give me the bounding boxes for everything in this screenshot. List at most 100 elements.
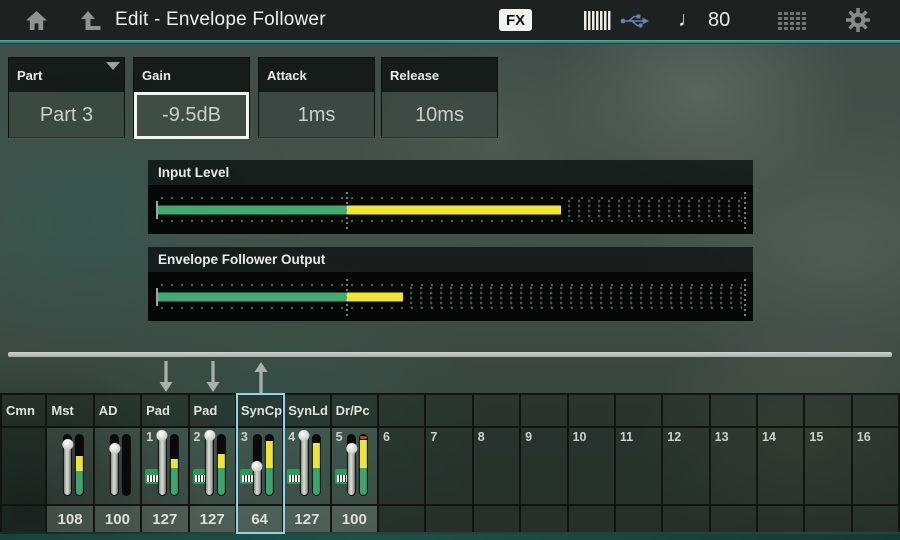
mixer-column-part15[interactable]: 15 [805,358,852,534]
channel-fader-cell[interactable]: 14 [758,428,805,506]
mixer-column-part12[interactable]: 12 [663,358,710,534]
channel-fader-cell[interactable]: 1 [142,428,189,506]
mixer-column-cmn[interactable]: Cmn [0,358,47,534]
channel-name-cell[interactable]: Mst [47,393,94,428]
fader-knob[interactable] [346,443,357,454]
channel-name-cell[interactable] [711,393,758,428]
fader-knob[interactable] [62,439,73,450]
mixer-column-synld[interactable]: SynLd4127 [284,358,331,534]
mixer-column-part16[interactable]: 16 [853,358,900,534]
channel-name-cell[interactable]: SynLd [284,393,331,428]
channel-value-cell[interactable] [426,506,473,532]
channel-fader-cell[interactable]: 11 [616,428,663,506]
mixer-column-part9[interactable]: 9 [521,358,568,534]
channel-name-cell[interactable] [521,393,568,428]
channel-name-cell[interactable] [569,393,616,428]
channel-fader-cell[interactable]: 5 [332,428,379,506]
volume-fader[interactable] [110,434,119,496]
param-part[interactable]: Part Part 3 [8,57,125,138]
mixer-column-pad[interactable]: Pad1127 [142,358,189,534]
channel-fader-cell[interactable]: 8 [474,428,521,506]
param-release[interactable]: Release 10ms [381,57,498,138]
volume-fader[interactable] [158,434,167,496]
mixer-column-part7[interactable]: 7 [426,358,473,534]
volume-fader[interactable] [252,434,261,496]
channel-name-cell[interactable] [853,393,900,428]
mixer-column-part14[interactable]: 14 [758,358,805,534]
channel-fader-cell[interactable]: 13 [711,428,758,506]
gear-icon[interactable] [846,0,870,40]
mixer-column-part6[interactable]: 6 [379,358,426,534]
channel-value-cell[interactable] [474,506,521,532]
channel-name-cell[interactable] [474,393,521,428]
mixer-column-drpc[interactable]: Dr/Pc5100 [332,358,379,534]
channel-value-cell[interactable]: 127 [284,506,331,532]
channel-name-cell[interactable] [663,393,710,428]
channel-name-cell[interactable]: Pad [142,393,189,428]
channel-value-cell[interactable]: 127 [190,506,237,532]
mixer-column-part11[interactable]: 11 [616,358,663,534]
param-gain-value[interactable]: -9.5dB [134,92,249,139]
channel-fader-cell[interactable]: 6 [379,428,426,506]
mixer-column-syncp[interactable]: SynCp364 [237,358,284,534]
fader-knob[interactable] [157,430,168,441]
volume-fader[interactable] [347,434,356,496]
channel-fader-cell[interactable]: 16 [853,428,900,506]
channel-fader-cell[interactable]: 9 [521,428,568,506]
mixer-column-part8[interactable]: 8 [474,358,521,534]
channel-name-cell[interactable] [805,393,852,428]
return-arrow-icon[interactable] [80,0,102,40]
channel-value-cell[interactable] [379,506,426,532]
volume-fader[interactable] [63,434,72,496]
channel-name-cell[interactable]: Pad [190,393,237,428]
channel-name-cell[interactable]: AD [95,393,142,428]
fader-knob[interactable] [109,443,120,454]
param-attack-value[interactable]: 1ms [259,92,374,139]
channel-fader-cell[interactable]: 4 [284,428,331,506]
channel-fader-cell[interactable]: 7 [426,428,473,506]
fader-knob[interactable] [299,430,310,441]
channel-value-cell[interactable]: 100 [332,506,379,532]
keyboard-icon[interactable] [584,11,611,30]
mixer-column-part10[interactable]: 10 [569,358,616,534]
channel-value-cell[interactable] [805,506,852,532]
channel-value-cell[interactable]: 127 [142,506,189,532]
param-gain[interactable]: Gain -9.5dB [133,57,250,138]
volume-fader[interactable] [300,434,309,496]
channel-fader-cell[interactable]: 15 [805,428,852,506]
channel-value-cell[interactable]: 100 [95,506,142,532]
mixer-column-part13[interactable]: 13 [711,358,758,534]
channel-fader-cell[interactable]: 10 [569,428,616,506]
channel-fader-cell[interactable] [47,428,94,506]
channel-fader-cell[interactable]: 12 [663,428,710,506]
channel-value-cell[interactable] [853,506,900,532]
channel-value-cell[interactable] [663,506,710,532]
channel-name-cell[interactable] [426,393,473,428]
param-part-value[interactable]: Part 3 [9,92,124,139]
param-release-value[interactable]: 10ms [382,92,497,139]
fx-badge[interactable]: FX [499,9,532,31]
channel-value-cell[interactable]: 64 [237,506,284,532]
tempo-indicator[interactable]: ♩ 80 [678,0,730,40]
channel-value-cell[interactable] [711,506,758,532]
channel-value-cell[interactable] [521,506,568,532]
mixer-column-ad[interactable]: AD 100 [95,358,142,534]
channel-value-cell[interactable] [616,506,663,532]
channel-fader-cell[interactable]: 3 [237,428,284,506]
channel-name-cell[interactable]: SynCp [237,393,284,428]
fader-knob[interactable] [204,430,215,441]
channel-value-cell[interactable] [0,506,47,532]
channel-name-cell[interactable] [616,393,663,428]
channel-value-cell[interactable]: 108 [47,506,94,532]
channel-fader-cell[interactable]: 2 [190,428,237,506]
channel-fader-cell[interactable] [95,428,142,506]
pad-grid-icon[interactable] [778,11,806,30]
channel-name-cell[interactable]: Dr/Pc [332,393,379,428]
channel-name-cell[interactable] [758,393,805,428]
mixer-column-mst[interactable]: Mst 108 [47,358,94,534]
channel-value-cell[interactable] [758,506,805,532]
mixer-column-pad[interactable]: Pad2127 [190,358,237,534]
channel-fader-cell[interactable] [0,428,47,506]
channel-value-cell[interactable] [569,506,616,532]
channel-name-cell[interactable]: Cmn [0,393,47,428]
